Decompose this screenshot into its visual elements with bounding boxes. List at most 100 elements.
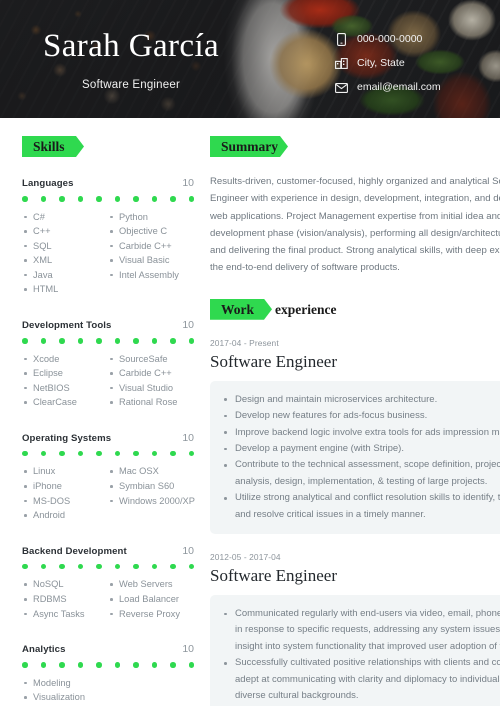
rating-dot (170, 662, 176, 668)
work-experience-list: 2017-04 - Present Software Engineer Design… (210, 338, 500, 706)
skill-item: Visual Basic (108, 253, 194, 268)
rating-dot (40, 662, 46, 668)
contact-email[interactable]: email@email.com (335, 81, 441, 94)
job-bullet: Design and maintain microservices archit… (220, 392, 500, 408)
left-column: Skills Languages 10 C# C++ SQL XML Java HTML Pyt… (22, 118, 195, 706)
skill-item: Visual Studio (108, 381, 194, 396)
rating-dot (96, 196, 102, 202)
skill-item: Objective C (108, 224, 194, 239)
email-icon (335, 81, 348, 94)
skill-item: C# (22, 210, 108, 225)
skill-item: SourceSafe (108, 352, 194, 367)
skill-item: ClearCase (22, 395, 108, 410)
skill-item: Android (22, 508, 108, 523)
rating-dot (151, 563, 157, 570)
rating-dot (77, 450, 83, 457)
rating-dot (133, 338, 139, 344)
skill-item: Intel Assembly (108, 268, 194, 283)
rating-dot (22, 196, 28, 202)
skill-block: Backend Development 10 NoSQL RDBMS Async Tas… (22, 545, 194, 621)
rating-dot (40, 338, 46, 344)
skill-item-column: SourceSafe Carbide C++ Visual Studio Ration… (108, 352, 194, 410)
contact-location[interactable]: City, State (335, 57, 441, 70)
rating-dot (114, 563, 120, 570)
rating-dot (151, 338, 157, 344)
skill-item: Linux (22, 464, 108, 479)
resume-body: Skills Languages 10 C# C++ SQL XML Java HTML Pyt… (0, 118, 500, 706)
skill-head: Languages 10 (22, 177, 194, 189)
skill-item-columns: NoSQL RDBMS Async Tasks Web Servers Load Bal… (22, 577, 194, 621)
skill-item: XML (22, 253, 108, 268)
skill-item: Mac OSX (108, 464, 194, 479)
rating-dot (40, 563, 46, 570)
skill-item: Python (108, 210, 194, 225)
skill-rating-dots (22, 662, 194, 668)
skill-item-column: C# C++ SQL XML Java HTML (22, 210, 108, 298)
job-title: Software Engineer (210, 566, 337, 586)
job-dates: 2012-05 - 2017-04 (210, 552, 281, 563)
skill-item: Load Balancer (108, 592, 194, 607)
job-responsibilities-box: Communicated regularly with end-users vi… (210, 595, 500, 706)
work-tag-label: Work (210, 299, 272, 320)
skill-item: Xcode (22, 352, 108, 367)
skill-item: Reverse Proxy (108, 607, 194, 622)
job-dates: 2017-04 - Present (210, 337, 279, 348)
rating-dot (151, 662, 157, 668)
skill-item-column (108, 676, 194, 706)
job-entry: 2017-04 - Present Software Engineer Design… (210, 337, 500, 535)
rating-dot (114, 450, 120, 457)
rating-dot (40, 450, 46, 457)
skill-item-columns: C# C++ SQL XML Java HTML Python Objective C Carb… (22, 210, 194, 298)
city-icon (335, 57, 348, 70)
contact-location-value: City, State (357, 57, 405, 69)
summary-tag-label: Summary (210, 136, 288, 157)
rating-dot (22, 338, 28, 344)
phone-icon (335, 33, 348, 46)
rating-dot (151, 450, 157, 457)
rating-dot (133, 196, 139, 202)
rating-dot (96, 338, 102, 344)
skill-item: NoSQL (22, 577, 108, 592)
work-tag-overflow: experience (275, 301, 337, 317)
skill-rating-dots (22, 338, 194, 344)
rating-dot (59, 450, 65, 457)
skill-item: Web Servers (108, 577, 194, 592)
skill-item: Async Tasks (22, 607, 108, 622)
job-bullet: Develop a payment engine (with Stripe). (220, 441, 500, 457)
candidate-role: Software Engineer (81, 79, 180, 91)
rating-dot (188, 196, 194, 202)
rating-dot (22, 662, 28, 668)
contact-phone-value: 000-000-0000 (357, 33, 423, 45)
skill-item: NetBIOS (22, 381, 108, 396)
skill-item: SQL (22, 239, 108, 254)
job-responsibilities-box: Design and maintain microservices archit… (210, 380, 500, 535)
skill-item: MS-DOS (22, 494, 108, 509)
skill-item: Rational Rose (108, 395, 194, 410)
rating-dot (77, 563, 83, 570)
skill-item: Symbian S60 (108, 479, 194, 494)
contact-email-value: email@email.com (357, 81, 441, 93)
rating-dot (59, 196, 65, 202)
contact-phone[interactable]: 000-000-0000 (335, 33, 441, 46)
candidate-name: Sarah García (42, 28, 220, 64)
skill-item: Modeling (22, 676, 108, 691)
skill-item: Java (22, 268, 108, 283)
skill-item: Carbide C++ (108, 366, 194, 381)
skill-item-column: Python Objective C Carbide C++ Visual Basic… (108, 210, 194, 298)
skill-item: iPhone (22, 479, 108, 494)
skill-score: 10 (182, 177, 194, 189)
skill-item: Carbide C++ (108, 239, 194, 254)
rating-dot (77, 338, 83, 344)
skill-item-column: NoSQL RDBMS Async Tasks (22, 577, 108, 621)
rating-dot (114, 338, 120, 344)
work-section-header: Work experience (210, 299, 500, 320)
skill-item: Visualization (22, 690, 108, 705)
skill-category-name: Backend Development (22, 545, 127, 557)
skill-item-column: ModelingVisualizationData Analysis (22, 676, 108, 706)
skill-item-column: Web Servers Load Balancer Reverse Proxy (108, 577, 194, 621)
rating-dot (77, 662, 83, 668)
skill-head: Analytics 10 (22, 643, 194, 655)
rating-dot (114, 196, 120, 202)
skill-category-name: Analytics (22, 644, 66, 656)
skill-item-column: Mac OSX Symbian S60 Windows 2000/XP (108, 464, 195, 522)
